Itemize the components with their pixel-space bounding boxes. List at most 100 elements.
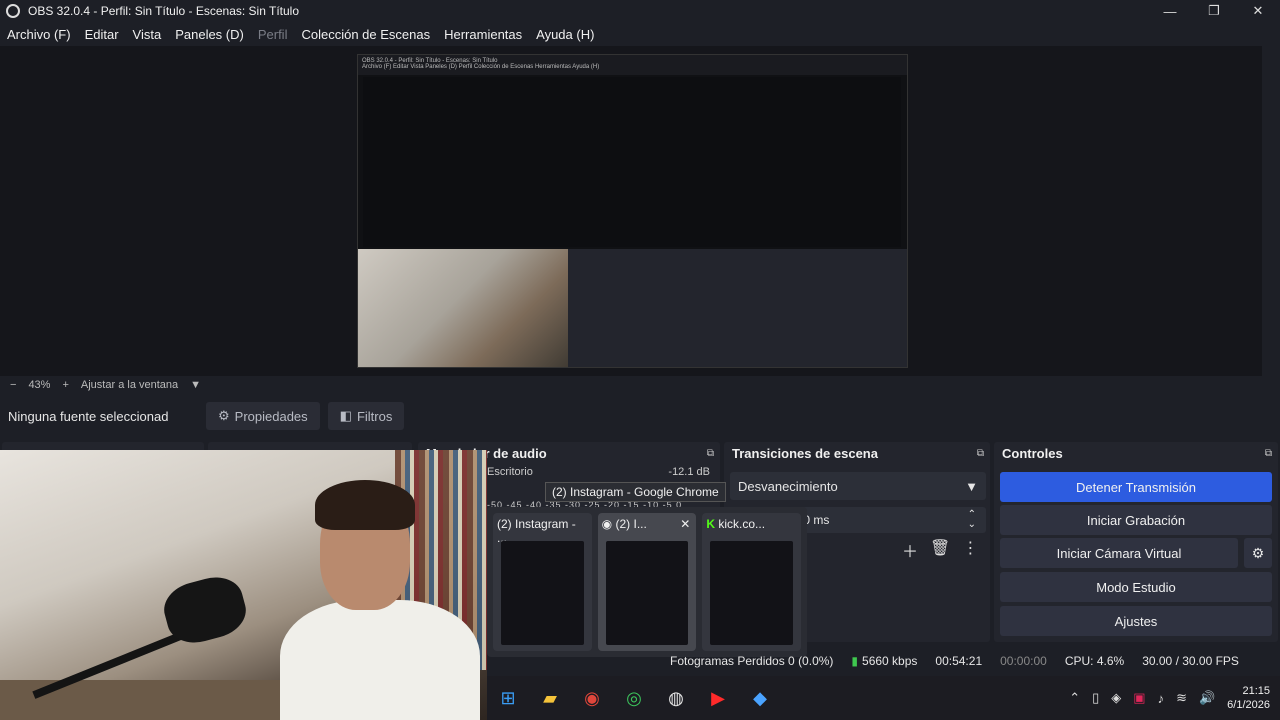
filters-label: Filtros [356, 408, 393, 424]
properties-button[interactable]: ⚙ Propiedades [206, 402, 320, 430]
signal-icon: ▮ [851, 654, 859, 668]
duration-spinbox[interactable]: 300 ms ⌃ ⌄ [780, 507, 986, 533]
webcam-overlay [0, 450, 487, 720]
spin-arrows-icon[interactable]: ⌃ ⌄ [968, 510, 976, 530]
transitions-header: Transiciones de escena ⧉ [724, 442, 990, 464]
menu-tools[interactable]: Herramientas [437, 27, 529, 42]
menu-docks[interactable]: Paneles (D) [168, 27, 251, 42]
transition-tools: ＋ 🗑 ⋮ [902, 538, 978, 562]
fps: 30.00 / 30.00 FPS [1142, 654, 1239, 668]
card-thumbnail [501, 541, 584, 645]
microphone-icon[interactable]: ♪ [1158, 691, 1165, 706]
person-hair [315, 480, 415, 530]
no-source-label: Ninguna fuente seleccionad [8, 408, 169, 424]
nested-preview [363, 77, 901, 247]
menu-profile[interactable]: Perfil [251, 27, 295, 42]
dropped-frames: Fotogramas Perdidos 0 (0.0%) [670, 654, 834, 668]
popout-icon[interactable]: ⧉ [1265, 448, 1272, 459]
title-bar: OBS 32.0.4 - Perfil: Sin Título - Escena… [0, 0, 1280, 22]
menu-edit[interactable]: Editar [78, 27, 126, 42]
zoom-level: 43% [28, 379, 51, 391]
clock-date: 6/1/2026 [1227, 699, 1270, 711]
controls-header: Controles ⧉ [994, 442, 1278, 464]
windows-taskbar: ⊞ ▰ ◉ ◎ ◍ ▶ ◆ ⌃ ▯ ◈ ▣ ♪ ≋ 🔊 21:15 6/1/20… [487, 676, 1280, 720]
virtual-camera-settings-button[interactable]: ⚙ [1244, 538, 1272, 568]
system-tray: ⌃ ▯ ◈ ▣ ♪ ≋ 🔊 21:15 6/1/2026 [1069, 676, 1270, 720]
nested-obs-titlebar: OBS 32.0.4 - Perfil: Sin Título - Escena… [358, 55, 907, 75]
card-title: (2) I... [615, 517, 647, 531]
audio-source-name: Escritorio [487, 466, 533, 478]
status-bar: Fotogramas Perdidos 0 (0.0%) ▮ 5660 kbps… [670, 648, 1280, 674]
transition-type: Desvanecimiento [738, 478, 838, 494]
preview-card-kick[interactable]: K kick.co... [702, 513, 802, 651]
trash-icon[interactable]: 🗑 [930, 538, 950, 562]
rec-time: 00:00:00 [1000, 654, 1047, 668]
app-tray-icon[interactable]: ▣ [1133, 690, 1145, 706]
audio-level: -12.1 dB [668, 466, 710, 478]
controls-title: Controles [1002, 445, 1063, 461]
window-tooltip: (2) Instagram - Google Chrome [545, 482, 726, 502]
file-explorer-icon[interactable]: ▰ [529, 676, 571, 720]
kick-icon: K [706, 517, 716, 531]
preview-area[interactable]: OBS 32.0.4 - Perfil: Sin Título - Escena… [0, 46, 1262, 376]
close-button[interactable]: ✕ [1236, 0, 1280, 22]
bitrate: 5660 kbps [862, 654, 918, 668]
window-title: OBS 32.0.4 - Perfil: Sin Título - Escena… [28, 4, 300, 18]
maximize-button[interactable]: ❐ [1192, 0, 1236, 22]
card-thumbnail [710, 541, 794, 645]
virtual-camera-button[interactable]: Iniciar Cámara Virtual [1000, 538, 1238, 568]
zoom-out-button[interactable]: − [10, 379, 16, 391]
transitions-title: Transiciones de escena [732, 445, 878, 461]
transition-select[interactable]: Desvanecimiento ▼ [730, 472, 986, 500]
close-icon[interactable]: ✕ [680, 517, 690, 531]
filter-icon: ◧ [339, 408, 352, 423]
filters-button[interactable]: ◧ Filtros [327, 402, 405, 430]
volume-icon[interactable]: 🔊 [1199, 690, 1215, 706]
menu-file[interactable]: Archivo (F) [0, 27, 78, 42]
fit-window-label[interactable]: Ajustar a la ventana [81, 379, 178, 391]
add-icon[interactable]: ＋ [902, 538, 918, 562]
whatsapp-icon[interactable]: ◎ [613, 676, 655, 720]
preview-card-instagram[interactable]: (2) Instagram - ... [493, 513, 592, 651]
more-icon[interactable]: ⋮ [962, 538, 978, 562]
start-recording-button[interactable]: Iniciar Grabación [1000, 505, 1272, 535]
person-shirt [280, 600, 480, 720]
nested-menu: Archivo (F) Editar Vista Paneles (D) Per… [362, 64, 600, 70]
nested-webcam [358, 249, 568, 367]
gear-icon: ⚙ [218, 408, 230, 423]
program-canvas: OBS 32.0.4 - Perfil: Sin Título - Escena… [357, 54, 908, 368]
chevron-down-icon: ▼ [965, 478, 978, 494]
properties-label: Propiedades [234, 408, 308, 424]
popout-icon[interactable]: ⧉ [977, 448, 984, 459]
menu-view[interactable]: Vista [126, 27, 169, 42]
settings-button[interactable]: Ajustes [1000, 606, 1272, 636]
menu-help[interactable]: Ayuda (H) [529, 27, 601, 42]
minimize-button[interactable]: — [1148, 0, 1192, 22]
zoom-in-button[interactable]: + [62, 379, 68, 391]
app-icon[interactable]: ◆ [739, 676, 781, 720]
stop-streaming-button[interactable]: Detener Transmisión [1000, 472, 1272, 502]
chrome-icon: ◉ [601, 517, 613, 531]
clock[interactable]: 21:15 6/1/2026 [1227, 684, 1270, 712]
usb-icon[interactable]: ▯ [1092, 690, 1099, 706]
obs-icon [6, 4, 20, 18]
chevron-up-icon[interactable]: ⌃ [1069, 690, 1080, 706]
wifi-icon[interactable]: ≋ [1176, 690, 1187, 706]
card-thumbnail [605, 541, 689, 645]
shield-icon[interactable]: ◈ [1111, 690, 1121, 706]
scale-bar: − 43% + Ajustar a la ventana ▼ [0, 376, 1262, 394]
preview-card-instagram-2[interactable]: ◉ (2) I... ✕ [597, 513, 697, 651]
clock-time: 21:15 [1242, 685, 1270, 697]
chrome-icon[interactable]: ◉ [571, 676, 613, 720]
youtube-icon[interactable]: ▶ [697, 676, 739, 720]
obs-icon[interactable]: ◍ [655, 676, 697, 720]
popout-icon[interactable]: ⧉ [707, 448, 714, 459]
studio-mode-button[interactable]: Modo Estudio [1000, 572, 1272, 602]
menu-scene-collection[interactable]: Colección de Escenas [294, 27, 437, 42]
source-toolbar: Ninguna fuente seleccionad ⚙ Propiedades… [0, 398, 1280, 434]
menu-bar: Archivo (F) Editar Vista Paneles (D) Per… [0, 22, 1280, 46]
gear-icon: ⚙ [1251, 544, 1265, 561]
windows-start-icon[interactable]: ⊞ [487, 676, 529, 720]
chevron-down-icon[interactable]: ▼ [190, 379, 201, 391]
stream-time: 00:54:21 [935, 654, 983, 668]
